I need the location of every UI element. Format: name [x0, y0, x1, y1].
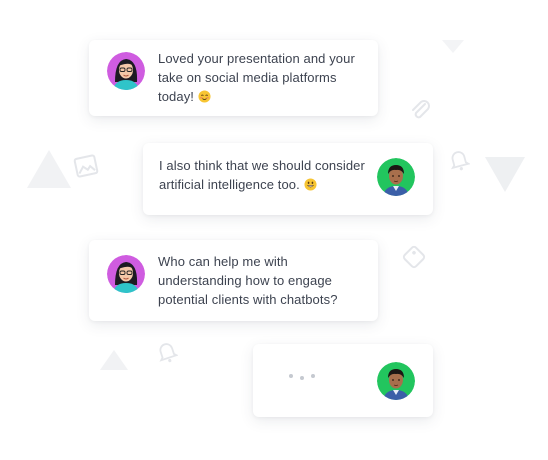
tag-icon: [402, 245, 426, 269]
chat-message-incoming: Loved your presentation and your take on…: [89, 40, 378, 116]
triangle-up-small-icon: [100, 350, 128, 370]
paperclip-icon: [412, 100, 430, 119]
typing-dots-icon: [289, 374, 315, 380]
chat-message-incoming: Who can help me with understanding how t…: [89, 240, 378, 321]
message-text: Loved your presentation and your take on…: [158, 51, 355, 104]
bell-outline-icon: [450, 151, 470, 171]
triangle-up-large-icon: [27, 150, 71, 188]
message-text: Who can help me with understanding how t…: [158, 254, 338, 307]
avatar-woman: [107, 255, 145, 293]
avatar-man: [377, 158, 415, 196]
grinning-emoji-icon: [303, 178, 317, 191]
chat-message-outgoing: I also think that we should consider art…: [143, 143, 433, 215]
smiling-blush-emoji-icon: [198, 90, 211, 103]
avatar-man: [377, 362, 415, 400]
triangle-down-small-icon: [442, 40, 464, 53]
chat-illustration: Loved your presentation and your take on…: [0, 0, 548, 460]
message-text: I also think that we should consider art…: [159, 158, 365, 192]
bell-outline-icon: [159, 343, 178, 363]
image-icon: [73, 154, 99, 178]
triangle-down-large-icon: [485, 157, 525, 192]
avatar-woman: [107, 52, 145, 90]
typing-indicator: [253, 344, 433, 417]
